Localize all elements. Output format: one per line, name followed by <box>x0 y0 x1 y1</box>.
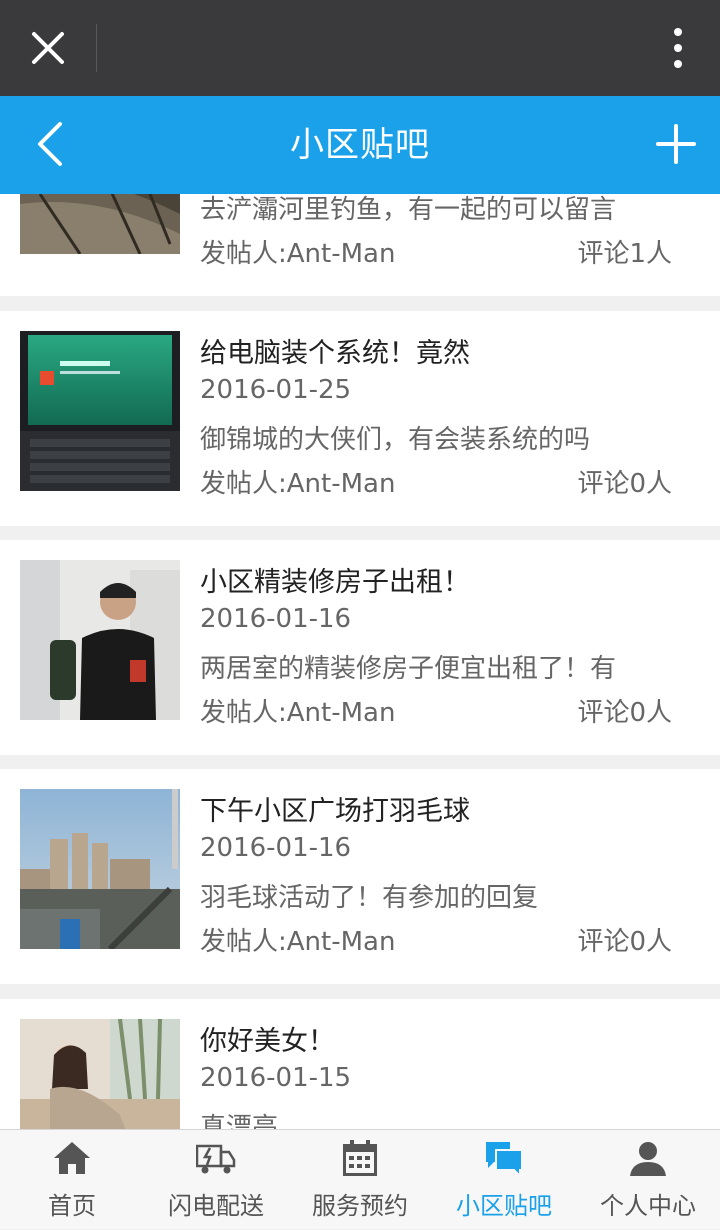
nav-label: 小区贴吧 <box>456 1192 552 1220</box>
post-list: 去浐灞河里钓鱼，有一起的可以留言 发帖人:Ant-Man 评论1人 给电脑装个系… <box>0 194 720 1129</box>
post-author: 发帖人:Ant-Man <box>200 469 396 499</box>
post-date: 2016-01-25 <box>200 375 352 405</box>
post-desc: 真漂亮 <box>200 1113 279 1129</box>
post-comments: 评论0人 <box>577 469 672 499</box>
post-desc: 两居室的精装修房子便宜出租了！有 <box>200 654 617 684</box>
post-card[interactable]: 小区精装修房子出租！ 2016-01-16 两居室的精装修房子便宜出租了！有 发… <box>0 540 720 755</box>
post-title: 小区精装修房子出租！ <box>200 567 470 598</box>
post-date: 2016-01-16 <box>200 604 352 634</box>
post-desc: 去浐灞河里钓鱼，有一起的可以留言 <box>200 195 617 225</box>
post-thumbnail <box>20 1019 180 1129</box>
nav-item-forum[interactable]: 小区贴吧 <box>432 1130 576 1230</box>
post-title: 你好美女！ <box>200 1026 335 1057</box>
add-post-icon[interactable] <box>654 122 698 166</box>
nav-item-delivery[interactable]: 闪电配送 <box>144 1130 288 1230</box>
post-date: 2016-01-16 <box>200 833 352 863</box>
nav-label: 服务预约 <box>312 1192 408 1220</box>
post-author: 发帖人:Ant-Man <box>200 239 396 269</box>
post-card[interactable]: 给电脑装个系统！竟然 2016-01-25 御锦城的大侠们，有会装系统的吗 发帖… <box>0 311 720 526</box>
more-menu-icon[interactable] <box>666 24 690 72</box>
browser-top-bar <box>0 0 720 96</box>
post-comments: 评论0人 <box>577 698 672 728</box>
nav-label: 闪电配送 <box>168 1192 264 1220</box>
post-thumbnail <box>20 789 180 949</box>
post-desc: 御锦城的大侠们，有会装系统的吗 <box>200 425 591 455</box>
nav-item-booking[interactable]: 服务预约 <box>288 1130 432 1230</box>
delivery-truck-icon <box>196 1144 236 1174</box>
post-comments: 评论1人 <box>577 239 672 269</box>
topbar-divider <box>96 24 97 72</box>
bottom-nav: 首页 闪电配送 服务预约 小区贴吧 个人中心 <box>0 1129 720 1229</box>
post-date: 2016-01-15 <box>200 1063 352 1093</box>
user-icon <box>630 1142 666 1176</box>
post-thumbnail <box>20 194 180 254</box>
home-icon <box>54 1142 90 1174</box>
nav-label: 首页 <box>48 1192 96 1220</box>
nav-item-home[interactable]: 首页 <box>0 1130 144 1230</box>
page-title: 小区贴吧 <box>290 125 430 165</box>
post-thumbnail <box>20 560 180 720</box>
nav-label: 个人中心 <box>600 1192 696 1220</box>
chat-bubbles-icon <box>486 1142 523 1178</box>
post-author: 发帖人:Ant-Man <box>200 927 396 957</box>
post-author: 发帖人:Ant-Man <box>200 698 396 728</box>
post-card[interactable]: 去浐灞河里钓鱼，有一起的可以留言 发帖人:Ant-Man 评论1人 <box>0 194 720 296</box>
post-card[interactable]: 你好美女！ 2016-01-15 真漂亮 <box>0 999 720 1129</box>
nav-item-profile[interactable]: 个人中心 <box>576 1130 720 1230</box>
post-card[interactable]: 下午小区广场打羽毛球 2016-01-16 羽毛球活动了！有参加的回复 发帖人:… <box>0 769 720 984</box>
post-comments: 评论0人 <box>577 927 672 957</box>
post-title: 给电脑装个系统！竟然 <box>200 338 470 369</box>
post-desc: 羽毛球活动了！有参加的回复 <box>200 883 539 913</box>
calendar-icon <box>343 1140 377 1176</box>
post-title: 下午小区广场打羽毛球 <box>200 796 470 827</box>
close-icon[interactable] <box>22 22 74 74</box>
post-thumbnail <box>20 331 180 491</box>
page-header: 小区贴吧 <box>0 96 720 194</box>
